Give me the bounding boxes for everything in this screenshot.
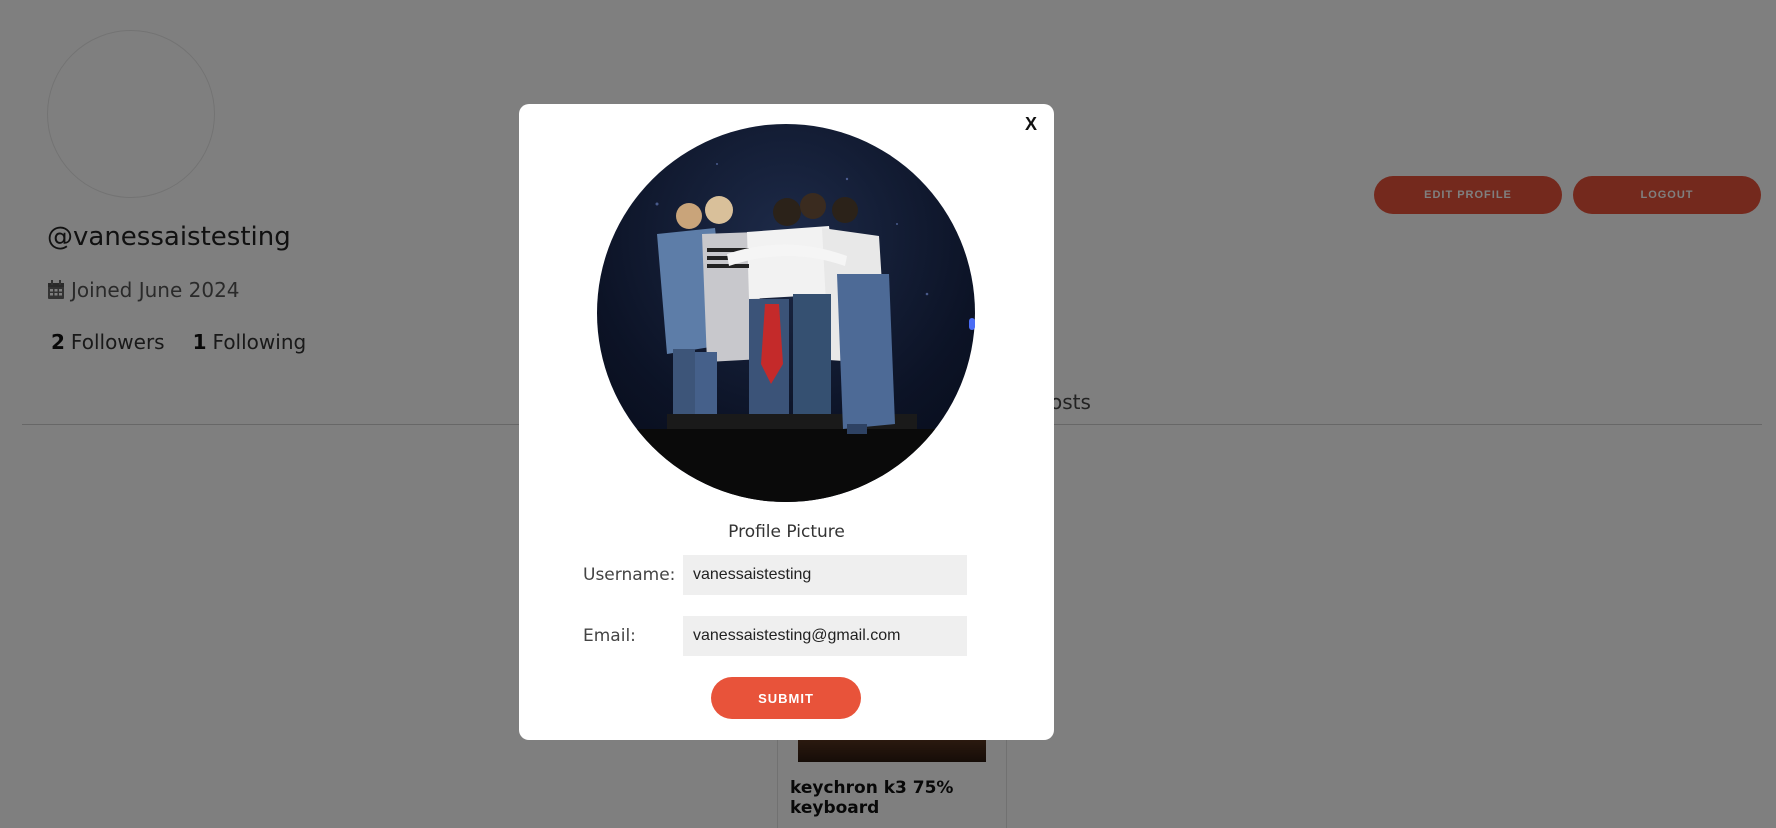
- username-label: Username:: [583, 565, 676, 585]
- profile-picture-image: [637, 163, 937, 502]
- edit-profile-modal: X Profile Picture Username: vanessaistes…: [519, 104, 1054, 740]
- photo-edge-marker: [969, 318, 975, 330]
- username-input[interactable]: [683, 555, 967, 595]
- profile-page: @vanessaistesting Joined June 2024 2Foll…: [0, 0, 1776, 828]
- email-input[interactable]: [683, 616, 967, 656]
- profile-picture-label: Profile Picture: [728, 522, 845, 542]
- email-label: Email:: [583, 626, 636, 646]
- close-button[interactable]: X: [1025, 114, 1037, 135]
- profile-picture[interactable]: [597, 124, 975, 502]
- submit-button[interactable]: SUBMIT: [711, 677, 861, 719]
